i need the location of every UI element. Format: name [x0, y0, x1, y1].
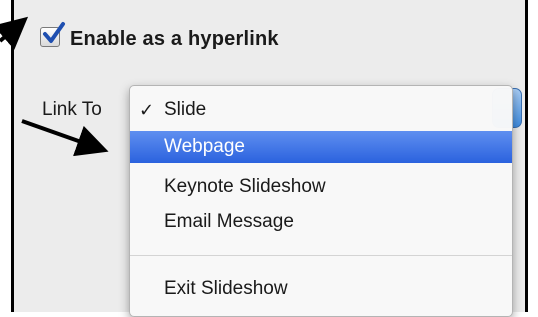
- enable-hyperlink-checkbox[interactable]: [40, 22, 65, 47]
- menu-separator: [130, 255, 512, 256]
- enable-hyperlink-label[interactable]: Enable as a hyperlink: [70, 28, 279, 51]
- menu-item-label: Webpage: [164, 136, 245, 157]
- menu-item-label: Keynote Slideshow: [164, 176, 326, 197]
- menu-item-webpage[interactable]: Webpage: [130, 131, 512, 163]
- menu-item-label: Exit Slideshow: [164, 278, 288, 299]
- checkmark-icon: ✓: [139, 100, 155, 120]
- menu-item-label: Email Message: [164, 211, 294, 232]
- menu-item-slide[interactable]: ✓ Slide: [130, 94, 512, 126]
- hyperlink-inspector-panel: Enable as a hyperlink Link To ✓ Slide We…: [11, 0, 528, 317]
- menu-item-email-message[interactable]: Email Message: [130, 206, 512, 238]
- checkmark-icon: [43, 22, 65, 43]
- menu-item-exit-slideshow[interactable]: Exit Slideshow: [130, 273, 512, 305]
- link-to-label: Link To: [42, 99, 102, 120]
- menu-item-keynote-slideshow[interactable]: Keynote Slideshow: [130, 171, 512, 203]
- link-to-dropdown-menu: ✓ Slide Webpage Keynote Slideshow Email …: [129, 85, 513, 317]
- menu-item-label: Slide: [164, 99, 207, 120]
